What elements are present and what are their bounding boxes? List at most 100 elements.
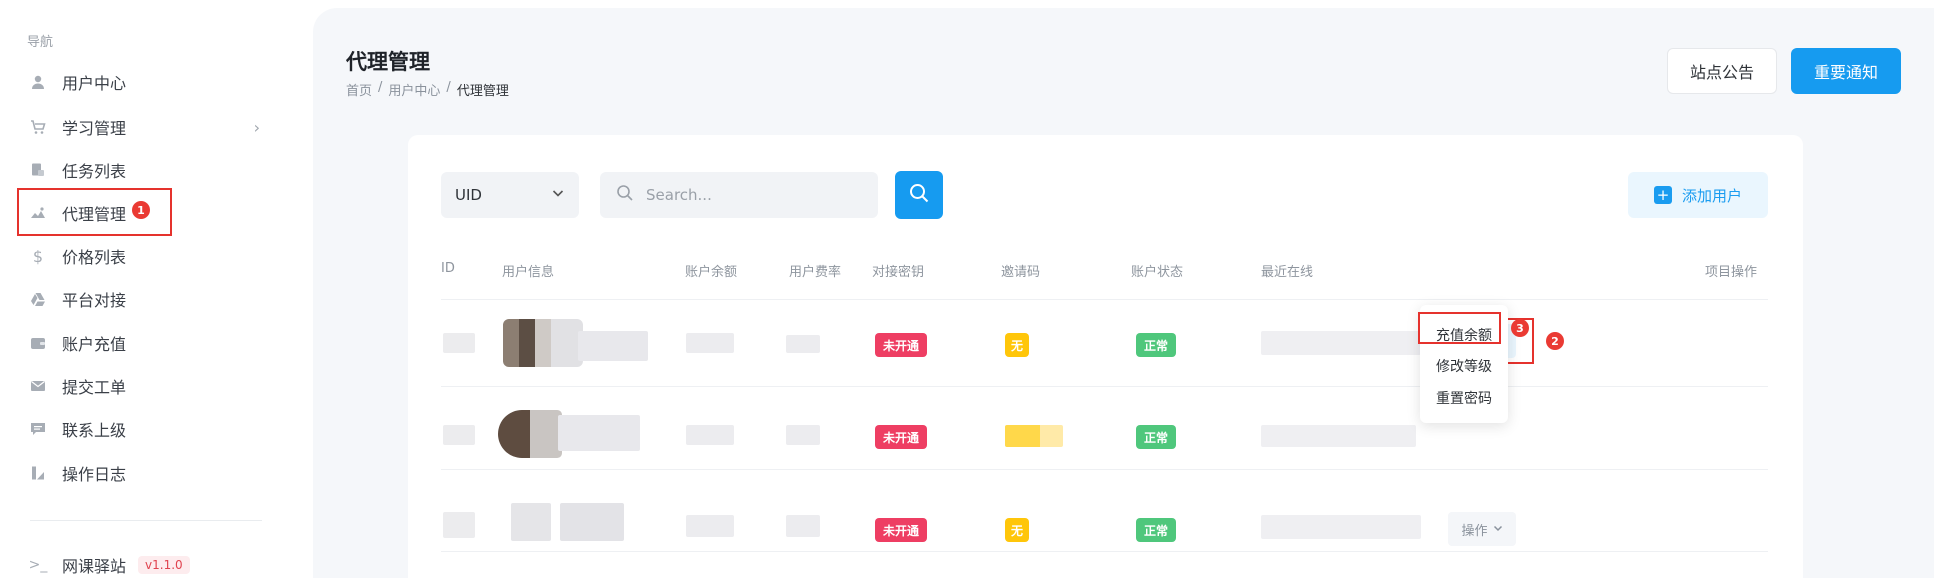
id-cell-blurred xyxy=(443,333,475,353)
menu-item-change-level[interactable]: 修改等级 xyxy=(1420,356,1508,376)
sidebar: 导航 用户中心 学习管理 › 任务列表 代理管理 1 $ 价格列表 平台对接 账… xyxy=(0,0,300,578)
cart-icon xyxy=(28,117,48,137)
sidebar-item-label: 价格列表 xyxy=(62,248,127,267)
page-title: 代理管理 xyxy=(346,50,430,74)
operation-dropdown-button[interactable]: 操作 xyxy=(1448,512,1516,546)
account-status-badge: 正常 xyxy=(1136,518,1177,542)
sidebar-item-label: 平台对接 xyxy=(62,291,127,310)
row-divider xyxy=(441,299,1768,300)
task-icon xyxy=(28,160,48,180)
username-blurred xyxy=(560,503,624,541)
sidebar-item-prices[interactable]: $ 价格列表 xyxy=(28,241,268,271)
invite-code-blurred xyxy=(1005,425,1063,447)
sidebar-item-ticket[interactable]: 提交工单 xyxy=(28,371,268,401)
search-icon xyxy=(908,182,930,208)
sidebar-item-tasks[interactable]: 任务列表 xyxy=(28,155,268,185)
dollar-icon: $ xyxy=(32,246,44,266)
sidebar-item-contact[interactable]: 联系上级 xyxy=(28,414,268,444)
breadcrumb-user-center[interactable]: 用户中心 xyxy=(388,80,440,99)
last-online-blurred xyxy=(1261,515,1421,539)
avatar xyxy=(503,319,583,367)
annotation-badge-3: 3 xyxy=(1511,319,1529,337)
log-icon xyxy=(28,463,48,483)
mail-icon xyxy=(28,376,48,396)
column-header-invite-code: 邀请码 xyxy=(1001,265,1041,280)
uid-select-value: UID xyxy=(455,186,482,204)
last-online-blurred xyxy=(1261,425,1416,447)
balance-blurred xyxy=(686,333,734,353)
content-card: UID Search... + 添加用户 ID 用户信息 账户余额 用户费率 对… xyxy=(408,135,1803,578)
breadcrumb-current: 代理管理 xyxy=(456,84,509,99)
breadcrumb-home[interactable]: 首页 xyxy=(346,80,372,99)
search-placeholder: Search... xyxy=(646,186,712,204)
row-divider xyxy=(441,551,1768,552)
nav-heading: 导航 xyxy=(27,35,54,50)
sidebar-item-logs[interactable]: 操作日志 xyxy=(28,458,268,488)
rate-blurred xyxy=(786,515,820,537)
important-notice-button[interactable]: 重要通知 xyxy=(1791,48,1901,94)
user-icon xyxy=(28,72,48,92)
username-blurred xyxy=(578,331,648,361)
sidebar-item-platform[interactable]: 平台对接 xyxy=(28,284,268,314)
sidebar-item-label: 操作日志 xyxy=(62,465,127,484)
search-button[interactable] xyxy=(895,171,943,219)
sidebar-item-label: 提交工单 xyxy=(62,378,127,397)
chat-icon xyxy=(28,419,48,439)
account-status-badge: 正常 xyxy=(1136,425,1177,449)
add-user-button[interactable]: + 添加用户 xyxy=(1628,172,1768,218)
sidebar-item-label: 任务列表 xyxy=(62,162,127,181)
column-header-actions: 项目操作 xyxy=(1705,265,1758,280)
row-divider xyxy=(441,469,1768,470)
invite-code-badge: 无 xyxy=(1005,518,1030,542)
api-key-status-badge: 未开通 xyxy=(875,333,928,357)
uid-select[interactable]: UID xyxy=(441,172,579,218)
breadcrumb: 首页 / 用户中心 / 代理管理 xyxy=(346,80,509,99)
annotation-badge-1: 1 xyxy=(132,201,150,219)
wallet-icon xyxy=(28,333,48,353)
sidebar-item-label: 账户充值 xyxy=(62,335,127,354)
sidebar-item-learning[interactable]: 学习管理 › xyxy=(28,112,268,142)
rate-blurred xyxy=(786,425,820,445)
sidebar-item-recharge[interactable]: 账户充值 xyxy=(28,328,268,358)
chevron-right-icon: › xyxy=(253,117,260,137)
column-header-id: ID xyxy=(441,261,455,276)
terminal-icon: >_ xyxy=(28,557,48,573)
api-key-status-badge: 未开通 xyxy=(875,425,928,449)
nav-divider xyxy=(30,520,262,521)
last-online-blurred xyxy=(1261,331,1421,355)
row-divider xyxy=(441,386,1768,387)
column-header-api-key: 对接密钥 xyxy=(872,265,925,280)
main-area: 代理管理 首页 / 用户中心 / 代理管理 站点公告 重要通知 UID Sear… xyxy=(313,8,1934,578)
account-status-badge: 正常 xyxy=(1136,333,1177,357)
add-user-label: 添加用户 xyxy=(1681,186,1742,205)
id-cell-blurred xyxy=(443,512,475,538)
chevron-down-icon xyxy=(551,186,565,204)
balance-blurred xyxy=(686,425,734,445)
breadcrumb-separator: / xyxy=(378,80,383,95)
breadcrumb-separator: / xyxy=(446,80,451,95)
chevron-down-icon xyxy=(1493,522,1503,537)
column-header-balance: 账户余额 xyxy=(685,265,738,280)
annotation-badge-2: 2 xyxy=(1546,332,1564,350)
search-input[interactable]: Search... xyxy=(600,172,878,218)
operation-label: 操作 xyxy=(1461,523,1488,539)
sidebar-footer[interactable]: >_ 网课驿站 v1.1.0 xyxy=(28,550,268,578)
rate-blurred xyxy=(786,335,820,353)
column-header-last-online: 最近在线 xyxy=(1261,265,1314,280)
api-key-status-badge: 未开通 xyxy=(875,518,928,542)
id-cell-blurred xyxy=(443,425,475,445)
drive-icon xyxy=(28,289,48,309)
menu-item-reset-password[interactable]: 重置密码 xyxy=(1420,388,1508,408)
sidebar-item-label: 学习管理 xyxy=(62,119,127,138)
sidebar-item-label: 用户中心 xyxy=(62,74,127,93)
column-header-user-info: 用户信息 xyxy=(502,265,555,280)
sidebar-item-label: 联系上级 xyxy=(62,421,127,440)
site-notice-button[interactable]: 站点公告 xyxy=(1667,48,1777,94)
plus-icon: + xyxy=(1653,186,1672,204)
balance-blurred xyxy=(686,515,734,537)
column-header-rate: 用户费率 xyxy=(789,265,842,280)
version-badge: v1.1.0 xyxy=(138,556,190,574)
search-icon xyxy=(616,184,634,206)
avatar xyxy=(498,410,562,458)
sidebar-item-user-center[interactable]: 用户中心 xyxy=(28,67,268,97)
